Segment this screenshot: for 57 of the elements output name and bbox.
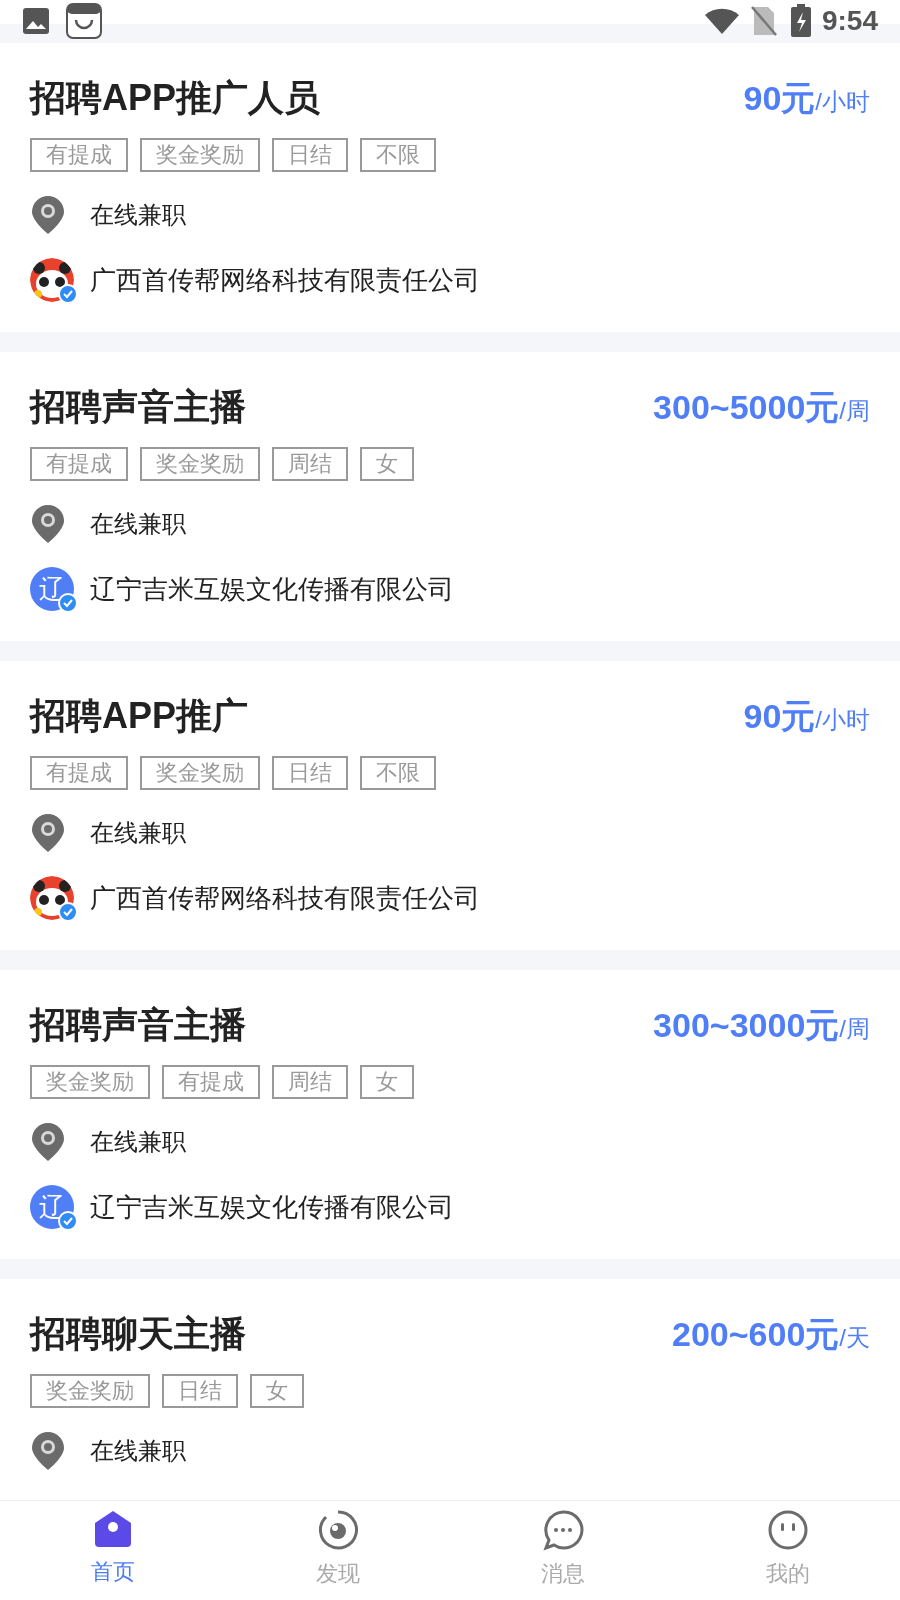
job-location: 在线兼职	[90, 818, 186, 848]
company-name: 辽宁吉米互娱文化传播有限公司	[90, 572, 454, 606]
job-tag: 奖金奖励	[140, 447, 260, 481]
job-pay: 90元/小时	[743, 78, 870, 119]
job-tag: 有提成	[162, 1065, 260, 1099]
job-tag: 不限	[360, 138, 436, 172]
job-tag: 周结	[272, 447, 348, 481]
company-name: 广西首传帮网络科技有限责任公司	[90, 263, 480, 297]
job-title: 招聘APP推广人员	[30, 76, 321, 120]
company-name: 广西首传帮网络科技有限责任公司	[90, 881, 480, 915]
clock-time: 9:54	[821, 4, 878, 38]
job-location: 在线兼职	[90, 200, 186, 230]
shopping-bag-icon	[66, 3, 102, 39]
job-tag: 日结	[272, 756, 348, 790]
job-tag: 奖金奖励	[30, 1065, 150, 1099]
job-card[interactable]: 招聘APP推广人员 90元/小时 有提成 奖金奖励 日结 不限 在线兼职 广西首传帮网络科技有限责任公司	[0, 43, 900, 332]
job-title: 招聘聊天主播	[30, 1312, 246, 1356]
nav-tab[interactable]: 首页	[0, 1501, 225, 1600]
face-icon	[766, 1509, 809, 1551]
location-pin-icon	[30, 503, 66, 545]
job-tag: 奖金奖励	[140, 756, 260, 790]
job-card[interactable]: 招聘APP推广 90元/小时 有提成 奖金奖励 日结 不限 在线兼职 广西首传帮网络科技有限责任公司	[0, 661, 900, 950]
job-tag: 日结	[162, 1374, 238, 1408]
company-name: 辽宁吉米互娱文化传播有限公司	[90, 1190, 454, 1224]
job-title: 招聘声音主播	[30, 1003, 246, 1047]
job-tag: 女	[360, 1065, 414, 1099]
wifi-icon	[703, 7, 740, 35]
job-pay: 200~600元/天	[672, 1314, 870, 1355]
location-pin-icon	[30, 1121, 66, 1163]
battery-charging-icon	[789, 4, 812, 38]
job-tag: 女	[250, 1374, 304, 1408]
job-pay: 300~5000元/周	[653, 387, 870, 428]
job-tag: 不限	[360, 756, 436, 790]
job-title: 招聘声音主播	[30, 385, 246, 429]
job-tag: 奖金奖励	[30, 1374, 150, 1408]
job-tag: 有提成	[30, 138, 128, 172]
chat-bubble-icon	[541, 1509, 584, 1551]
no-sim-icon	[749, 5, 778, 37]
location-pin-icon	[30, 812, 66, 854]
job-pay: 90元/小时	[743, 696, 870, 737]
job-pay: 300~3000元/周	[653, 1005, 870, 1046]
job-tag: 日结	[272, 138, 348, 172]
job-tag: 女	[360, 447, 414, 481]
job-card[interactable]: 招聘聊天主播 200~600元/天 奖金奖励 日结 女 在线兼职	[0, 1279, 900, 1500]
home-icon	[92, 1509, 133, 1549]
job-tag: 奖金奖励	[140, 138, 260, 172]
job-location: 在线兼职	[90, 1127, 186, 1157]
location-pin-icon	[30, 194, 66, 236]
job-location: 在线兼职	[90, 509, 186, 539]
job-tag: 有提成	[30, 756, 128, 790]
eye-icon	[316, 1509, 359, 1551]
job-location: 在线兼职	[90, 1436, 186, 1466]
job-tag: 有提成	[30, 447, 128, 481]
job-title: 招聘APP推广	[30, 694, 249, 738]
job-tag: 周结	[272, 1065, 348, 1099]
image-icon	[22, 7, 50, 35]
location-pin-icon	[30, 1430, 66, 1472]
